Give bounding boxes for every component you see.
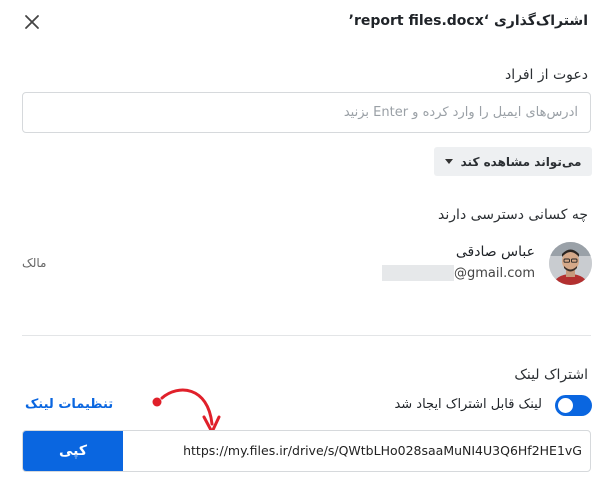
- email-redaction: [381, 265, 454, 281]
- share-link-label: اشتراک لینک: [514, 367, 588, 383]
- user-email-row: @gmail.com: [381, 264, 535, 282]
- caret-down-icon: [444, 159, 453, 164]
- toggle-label: لینک قابل اشتراک ایجاد شد: [394, 397, 542, 412]
- divider: [22, 335, 591, 336]
- access-label: چه کسانی دسترسی دارند: [438, 207, 588, 223]
- share-link-url[interactable]: https://my.files.ir/drive/s/QWtbLHo028sa…: [183, 431, 582, 471]
- permission-label: می‌تواند مشاهده کند: [460, 154, 582, 169]
- toggle-knob: [558, 398, 573, 413]
- close-icon[interactable]: [22, 12, 42, 32]
- avatar: [549, 242, 592, 285]
- share-link-toggle[interactable]: [555, 395, 592, 416]
- copy-button[interactable]: کپی: [23, 431, 123, 471]
- invite-label: دعوت از افراد: [505, 67, 588, 83]
- dialog-title: اشتراک‌گذاری ‘report files.docx’: [348, 13, 588, 29]
- share-dialog: اشتراک‌گذاری ‘report files.docx’ دعوت از…: [0, 0, 610, 489]
- permission-dropdown[interactable]: می‌تواند مشاهده کند: [434, 147, 592, 176]
- user-name: عباس صادقی: [455, 244, 535, 260]
- user-email: @gmail.com: [453, 265, 535, 281]
- share-link-box: کپی https://my.files.ir/drive/s/QWtbLHo0…: [22, 430, 591, 472]
- link-settings-link[interactable]: تنظیمات لینک: [25, 397, 113, 412]
- email-input[interactable]: [22, 92, 591, 133]
- role-label: مالک: [22, 256, 47, 270]
